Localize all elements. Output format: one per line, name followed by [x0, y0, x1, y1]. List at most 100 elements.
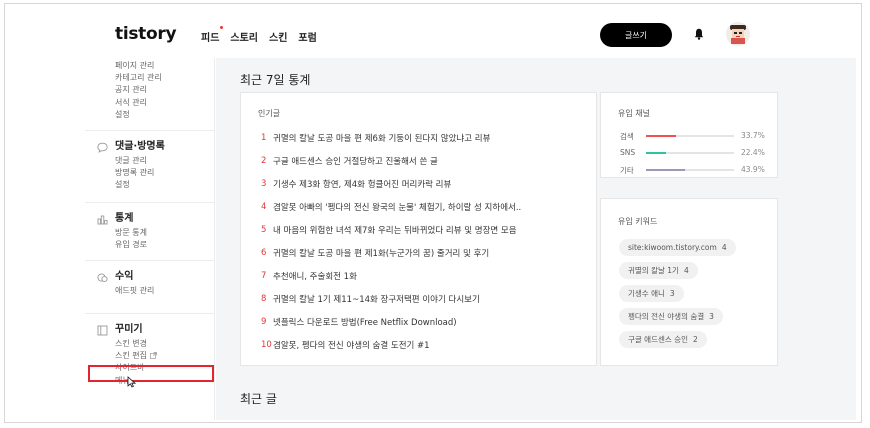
sidebar-item-settings[interactable]: 설정 [85, 109, 214, 121]
sidebar-section-comments: 댓글·방명록 댓글 관리 방명록 관리 설정 [85, 129, 214, 202]
stats-section-title: 최근 7일 통계 [240, 73, 311, 87]
popular-post-row[interactable]: 5 내 마음의 위험한 녀석 제7화 우리는 뒤바뀌었다 리뷰 및 명장면 모음 [261, 218, 517, 241]
channel-bar [646, 169, 734, 171]
keyword-chip[interactable]: 기생수 애니 3 [619, 285, 684, 302]
sidebar-section-customize: 꾸미기 스킨 변경 스킨 편집 사이드바 메뉴 [85, 312, 214, 399]
popular-post-row[interactable]: 8 귀멸의 칼날 1기 제11~14화 장구저택편 이야기 다시보기 [261, 287, 480, 310]
sidebar-item-categories[interactable]: 카테고리 관리 [85, 72, 214, 84]
popular-posts-card: 인기글 1 귀멸의 칼날 도공 마을 편 제6화 기둥이 된다지 않았냐고 리뷰 2… [240, 92, 597, 366]
nav-story[interactable]: 스토리 [230, 29, 258, 44]
keyword-text: 귀멸의 칼날 1기 [628, 266, 679, 275]
post-rank: 5 [261, 224, 267, 235]
keyword-count: 4 [683, 266, 689, 275]
keyword-chip[interactable]: 귀멸의 칼날 1기 4 [619, 262, 698, 279]
post-title[interactable]: 귀멸의 칼날 도공 마을 편 제6화 기둥이 된다지 않았냐고 리뷰 [273, 132, 490, 144]
sidebar-item-referrers[interactable]: 유입 경로 [85, 239, 214, 251]
nav-forum[interactable]: 포럼 [298, 29, 316, 44]
post-rank: 1 [261, 132, 267, 143]
popular-posts-title: 인기글 [258, 109, 281, 118]
speech-bubble-icon [97, 142, 108, 153]
keywords-title: 유입 키워드 [618, 217, 658, 226]
keyword-text: site:kiwoom.tistory.com [628, 243, 717, 252]
channel-bar-fill [646, 169, 685, 171]
new-dot [220, 26, 224, 29]
sidebar-section-stats: 통계 방문 통계 유입 경로 [85, 201, 214, 260]
popular-post-row[interactable]: 2 구글 애드센스 승인 거절당하고 진울해서 쓴 글 [261, 149, 438, 172]
sidebar-item-notices[interactable]: 공지 관리 [85, 84, 214, 96]
top-bar: tistory 피드 스토리 스킨 포럼 글쓰기 [85, 14, 777, 56]
post-title[interactable]: 기생수 제3화 항연, 제4화 헝클어진 머리카락 리뷰 [273, 178, 451, 190]
sidebar-heading-stats[interactable]: 통계 [85, 211, 214, 227]
post-title[interactable]: 귀멸의 칼날 도공 마을 편 제1화(누군가의 꿈) 줄거리 및 후기 [273, 247, 489, 259]
channel-bar-fill [646, 152, 666, 154]
keyword-count: 4 [721, 243, 727, 252]
post-title[interactable]: 내 마음의 위험한 녀석 제7화 우리는 뒤바뀌었다 리뷰 및 명장면 모음 [273, 224, 517, 236]
post-rank: 10 [261, 339, 272, 350]
sidebar-item-adfit[interactable]: 애드핏 관리 [85, 285, 214, 297]
popular-post-row[interactable]: 3 기생수 제3화 항연, 제4화 헝클어진 머리카락 리뷰 [261, 172, 451, 195]
post-rank: 9 [261, 316, 267, 327]
layout-icon [97, 325, 108, 336]
keywords-card: 유입 키워드 site:kiwoom.tistory.com 4 귀멸의 칼날 1기… [600, 198, 778, 366]
sidebar-item-pages[interactable]: 페이지 관리 [85, 60, 214, 72]
popular-post-row[interactable]: 9 넷플릭스 다운로드 방법(Free Netflix Download) [261, 310, 457, 333]
write-button[interactable]: 글쓰기 [600, 23, 672, 47]
post-title[interactable]: 귀멸의 칼날 1기 제11~14화 장구저택편 이야기 다시보기 [273, 293, 480, 305]
highlight-box [88, 365, 214, 382]
sidebar-heading-revenue[interactable]: 수익 [85, 269, 214, 285]
nav-feed[interactable]: 피드 [201, 26, 224, 44]
popular-post-row[interactable]: 4 겸알못 아빠의 '펭다의 전신 왕국의 눈물' 체험기, 하이랄 성 지하에서… [261, 195, 521, 218]
sidebar-item-guestbook[interactable]: 방명록 관리 [85, 167, 214, 179]
bell-icon[interactable] [694, 28, 704, 40]
post-rank: 4 [261, 201, 267, 212]
keyword-count: 2 [692, 335, 698, 344]
keyword-chip[interactable]: 구글 애드센스 승인 2 [619, 331, 707, 348]
post-rank: 8 [261, 293, 267, 304]
sidebar-item-skin-edit[interactable]: 스킨 편집 [85, 350, 214, 362]
popular-post-row[interactable]: 7 추천애니, 주술회전 1화 [261, 264, 357, 287]
post-title[interactable]: 넷플릭스 다운로드 방법(Free Netflix Download) [273, 316, 457, 328]
post-title[interactable]: 겸알못, 펭다의 전신 야생의 숨결 도전기 #1 [273, 339, 430, 351]
post-rank: 6 [261, 247, 267, 258]
revenue-icon [97, 273, 108, 282]
tistory-logo[interactable]: tistory [115, 24, 177, 44]
channel-name: SNS [620, 148, 636, 157]
channel-bar [646, 152, 734, 154]
channel-bar-fill [646, 135, 676, 137]
keyword-text: 구글 애드센스 승인 [628, 335, 688, 344]
post-title[interactable]: 추천애니, 주술회전 1화 [273, 270, 357, 282]
external-link-icon [149, 352, 157, 359]
recent-posts-title: 최근 글 [240, 392, 277, 406]
profile-character-icon [730, 25, 746, 44]
popular-post-row[interactable]: 6 귀멸의 칼날 도공 마을 편 제1화(누군가의 꿈) 줄거리 및 후기 [261, 241, 489, 264]
channel-bar [646, 135, 734, 137]
sidebar-heading-comments[interactable]: 댓글·방명록 [85, 139, 214, 155]
post-title[interactable]: 구글 애드센스 승인 거절당하고 진울해서 쓴 글 [273, 155, 438, 167]
sidebar-section-revenue: 수익 애드핏 관리 [85, 259, 214, 313]
keyword-text: 펭다의 전신 야생의 숨결 [628, 312, 705, 321]
channel-row: SNS 22.4% [620, 148, 766, 158]
sidebar-item-templates[interactable]: 서식 관리 [85, 97, 214, 109]
keyword-chip[interactable]: site:kiwoom.tistory.com 4 [619, 239, 736, 256]
popular-post-row[interactable]: 1 귀멸의 칼날 도공 마을 편 제6화 기둥이 된다지 않았냐고 리뷰 [261, 126, 490, 149]
post-rank: 2 [261, 155, 267, 166]
main-nav: 피드 스토리 스킨 포럼 [201, 26, 317, 44]
avatar[interactable] [726, 22, 750, 46]
sidebar-item-skin-change[interactable]: 스킨 변경 [85, 338, 214, 350]
channel-percent: 22.4% [741, 148, 765, 157]
sidebar-heading-customize[interactable]: 꾸미기 [85, 322, 214, 338]
post-rank: 3 [261, 178, 267, 189]
stats-icon [97, 215, 108, 225]
channel-name: 기타 [620, 166, 634, 175]
keyword-count: 3 [709, 312, 714, 321]
channel-percent: 33.7% [741, 131, 765, 140]
nav-skin[interactable]: 스킨 [269, 29, 287, 44]
post-rank: 7 [261, 270, 267, 281]
popular-post-row[interactable]: 10 겸알못, 펭다의 전신 야생의 숨결 도전기 #1 [261, 333, 430, 356]
mouse-cursor-icon [127, 376, 136, 388]
sidebar-item-visit-stats[interactable]: 방문 통계 [85, 227, 214, 239]
keyword-chip[interactable]: 펭다의 전신 야생의 숨결 3 [619, 308, 723, 325]
sidebar-item-comment-settings[interactable]: 설정 [85, 179, 214, 191]
post-title[interactable]: 겸알못 아빠의 '펭다의 전신 왕국의 눈물' 체험기, 하이랄 성 지하에서.… [273, 201, 521, 213]
sidebar-item-comments[interactable]: 댓글 관리 [85, 155, 214, 167]
